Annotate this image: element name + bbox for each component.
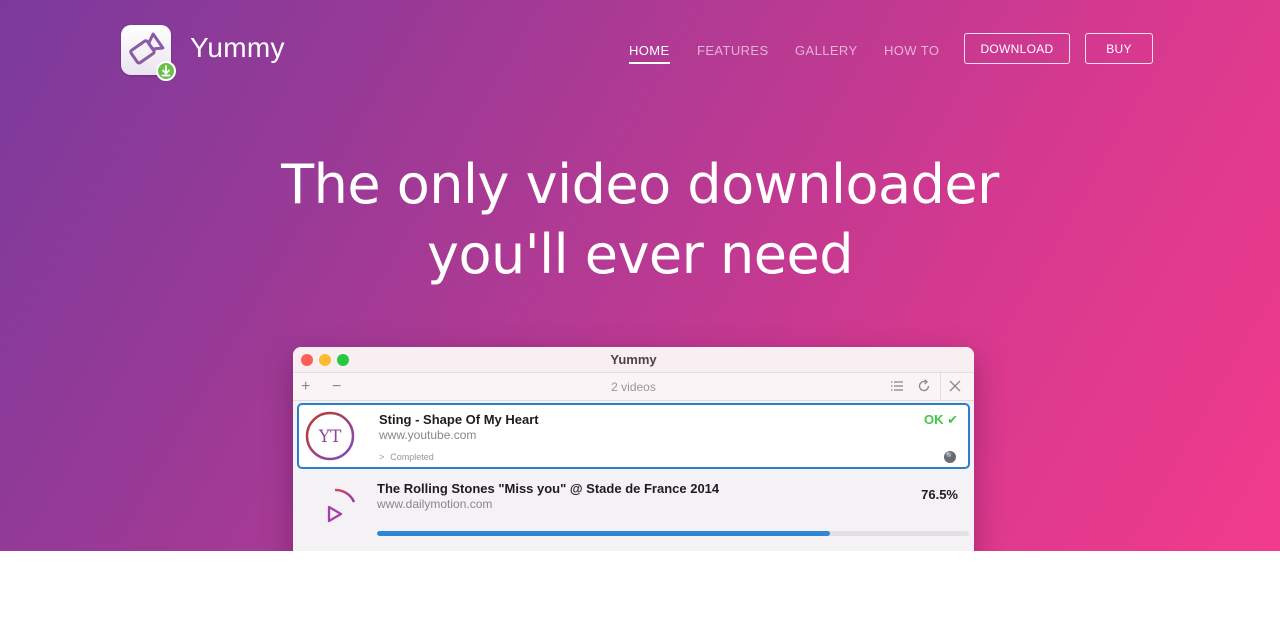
youtube-icon: YT [305,411,355,461]
video-title: The Rolling Stones "Miss you" @ Stade de… [377,481,720,496]
status-disclosure[interactable]: > Completed [379,452,434,462]
video-title: Sting - Shape Of My Heart [379,412,539,427]
dailymotion-icon [311,486,359,534]
window-title: Yummy [610,352,657,367]
progress-percent: 76.5% [921,487,958,502]
chevron-right-icon: > [379,452,385,462]
nav-features[interactable]: FEATURES [697,43,769,58]
headline-line-1: The only video downloader [281,153,999,216]
nav-how-to[interactable]: HOW TO [884,43,939,58]
progress-bar [377,531,969,536]
download-badge-icon [156,61,176,81]
status-badge: OK ✔ [923,412,958,427]
video-count: 2 videos [611,380,656,394]
window-toolbar: + − 2 videos [293,373,974,401]
headline-line-2: you'll ever need [427,223,853,286]
download-button[interactable]: DOWNLOAD [964,33,1070,64]
hero-section: Yummy HOME FEATURES GALLERY HOW TO DOWNL… [0,0,1280,551]
toolbar-separator [940,373,941,401]
progress-fill [377,531,830,536]
list-icon[interactable] [890,379,904,398]
video-source: www.dailymotion.com [377,497,493,511]
nav-home[interactable]: HOME [629,43,670,64]
status-text: Completed [390,452,434,462]
window-titlebar: Yummy [293,347,974,373]
svg-text:YT: YT [318,427,342,447]
nav-gallery[interactable]: GALLERY [795,43,858,58]
refresh-icon[interactable] [917,379,931,398]
hero-headline: The only video downloader you'll ever ne… [0,150,1280,290]
brand-name[interactable]: Yummy [190,32,285,64]
buy-button[interactable]: BUY [1085,33,1153,64]
video-source: www.youtube.com [379,428,477,442]
yummy-logo-icon[interactable] [121,25,177,81]
close-icon[interactable] [948,379,962,398]
app-window-preview: Yummy + − 2 videos YT Sting - Shape Of M… [293,347,974,551]
download-item[interactable]: YT Sting - Shape Of My Heart www.youtube… [297,403,970,469]
magnifier-icon[interactable]: 🔍 [944,451,956,463]
download-item[interactable]: The Rolling Stones "Miss you" @ Stade de… [297,474,970,540]
